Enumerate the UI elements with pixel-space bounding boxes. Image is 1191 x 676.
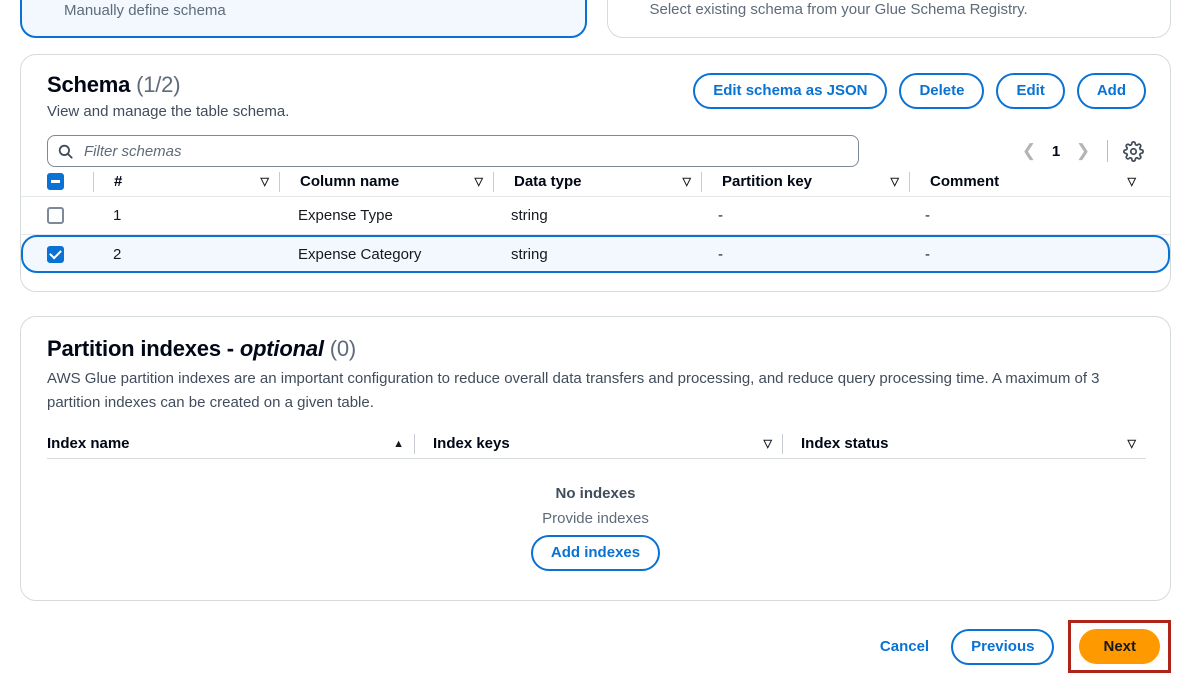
column-header-index-keys[interactable]: Index keys ▽ — [415, 429, 782, 459]
optional-label: optional — [239, 336, 324, 361]
next-button-highlight: Next — [1068, 620, 1171, 673]
page-root: Define or upload schema Manually define … — [0, 0, 1191, 676]
schema-title-text: Schema — [47, 72, 131, 97]
edit-schema-as-json-button[interactable]: Edit schema as JSON — [693, 73, 888, 109]
partition-indexes-description: AWS Glue partition indexes are an import… — [47, 370, 1100, 411]
next-button[interactable]: Next — [1079, 629, 1160, 664]
filter-triangle-icon[interactable]: ▽ — [261, 175, 269, 188]
cell-number: 1 — [113, 207, 122, 224]
schema-actions: Edit schema as JSON Delete Edit Add — [693, 73, 1146, 109]
cell-column-name: Expense Type — [298, 207, 393, 224]
column-header-partition-key[interactable]: Partition key ▽ — [702, 167, 909, 197]
search-icon — [58, 144, 73, 159]
radio-card-description: Manually define schema — [64, 2, 226, 19]
divider — [1107, 140, 1108, 162]
cell-comment: - — [925, 245, 930, 263]
filter-triangle-icon[interactable]: ▽ — [1128, 175, 1136, 188]
partition-indexes-count: (0) — [329, 336, 356, 361]
filter-triangle-icon[interactable]: ▽ — [1128, 437, 1136, 450]
schema-filter-box[interactable] — [47, 135, 859, 167]
add-indexes-button[interactable]: Add indexes — [530, 535, 661, 571]
column-header-index-status[interactable]: Index status ▽ — [783, 429, 1146, 459]
select-all-checkbox[interactable] — [47, 173, 64, 190]
filter-triangle-icon[interactable]: ▽ — [764, 437, 772, 450]
schema-panel: Schema (1/2) View and manage the table s… — [20, 54, 1171, 292]
cell-number: 2 — [113, 245, 122, 263]
schema-subtitle: View and manage the table schema. — [47, 103, 290, 120]
add-button[interactable]: Add — [1076, 73, 1146, 109]
previous-button[interactable]: Previous — [951, 628, 1055, 665]
wizard-footer: Cancel Previous Next — [872, 620, 1171, 673]
schema-table-header: # ▽ Column name ▽ Data type ▽ Partition … — [21, 167, 1170, 197]
schema-header: Schema (1/2) View and manage the table s… — [21, 55, 1170, 123]
page-title: Schema (1/2) — [47, 71, 289, 99]
column-header-number[interactable]: # ▽ — [94, 167, 279, 197]
schema-count: (1/2) — [136, 72, 181, 97]
radio-card-description: Select existing schema from your Glue Sc… — [649, 1, 1028, 18]
column-header-column-name[interactable]: Column name ▽ — [280, 167, 493, 197]
cell-data-type: string — [511, 207, 548, 224]
edit-button[interactable]: Edit — [996, 73, 1065, 109]
empty-state-subtitle: Provide indexes — [542, 510, 649, 527]
chevron-left-icon[interactable]: ❮ — [1015, 137, 1043, 165]
gear-icon[interactable] — [1120, 138, 1146, 164]
section-title: Partition indexes - optional (0) — [47, 335, 1146, 363]
table-row[interactable]: 2 Expense Category string - - — [21, 235, 1170, 273]
column-header-data-type[interactable]: Data type ▽ — [494, 167, 701, 197]
empty-state-title: No indexes — [555, 485, 636, 502]
indexes-empty-state: No indexes Provide indexes Add indexes — [21, 459, 1170, 571]
cell-data-type: string — [511, 245, 548, 263]
filter-triangle-icon[interactable]: ▽ — [891, 175, 899, 188]
chevron-right-icon[interactable]: ❯ — [1069, 137, 1097, 165]
schema-pagination: ❮ 1 ❯ — [1015, 137, 1146, 165]
delete-button[interactable]: Delete — [899, 73, 985, 109]
cell-partition-key: - — [718, 245, 723, 263]
table-row[interactable]: 1 Expense Type string - - — [21, 197, 1170, 235]
cell-comment: - — [925, 207, 930, 224]
partition-indexes-title-text: Partition indexes - — [47, 336, 240, 361]
schema-filter-row: ❮ 1 ❯ — [21, 123, 1170, 167]
cell-column-name: Expense Category — [298, 245, 422, 263]
indexes-table-header: Index name ▲ Index keys ▽ Index status ▽ — [47, 429, 1146, 459]
partition-indexes-header: Partition indexes - optional (0) — [21, 317, 1170, 363]
radio-card-choose-from-glue-schema-registry[interactable]: Choose from Glue Schema Registry Select … — [606, 0, 1171, 38]
row-checkbox[interactable] — [47, 207, 64, 224]
column-header-comment[interactable]: Comment ▽ — [910, 167, 1146, 197]
page-number-1[interactable]: 1 — [1045, 143, 1067, 160]
radio-card-define-or-upload-schema[interactable]: Define or upload schema Manually define … — [20, 0, 587, 38]
filter-triangle-icon[interactable]: ▽ — [475, 175, 483, 188]
column-header-index-name[interactable]: Index name ▲ — [47, 429, 414, 459]
filter-triangle-icon[interactable]: ▽ — [683, 175, 691, 188]
sort-ascending-icon[interactable]: ▲ — [393, 438, 404, 450]
cell-partition-key: - — [718, 207, 723, 224]
partition-indexes-panel: Partition indexes - optional (0) AWS Glu… — [20, 316, 1171, 601]
search-input[interactable] — [82, 137, 848, 165]
schema-source-cards: Define or upload schema Manually define … — [20, 0, 1171, 38]
row-checkbox[interactable] — [47, 245, 64, 263]
cancel-button[interactable]: Cancel — [872, 632, 937, 661]
